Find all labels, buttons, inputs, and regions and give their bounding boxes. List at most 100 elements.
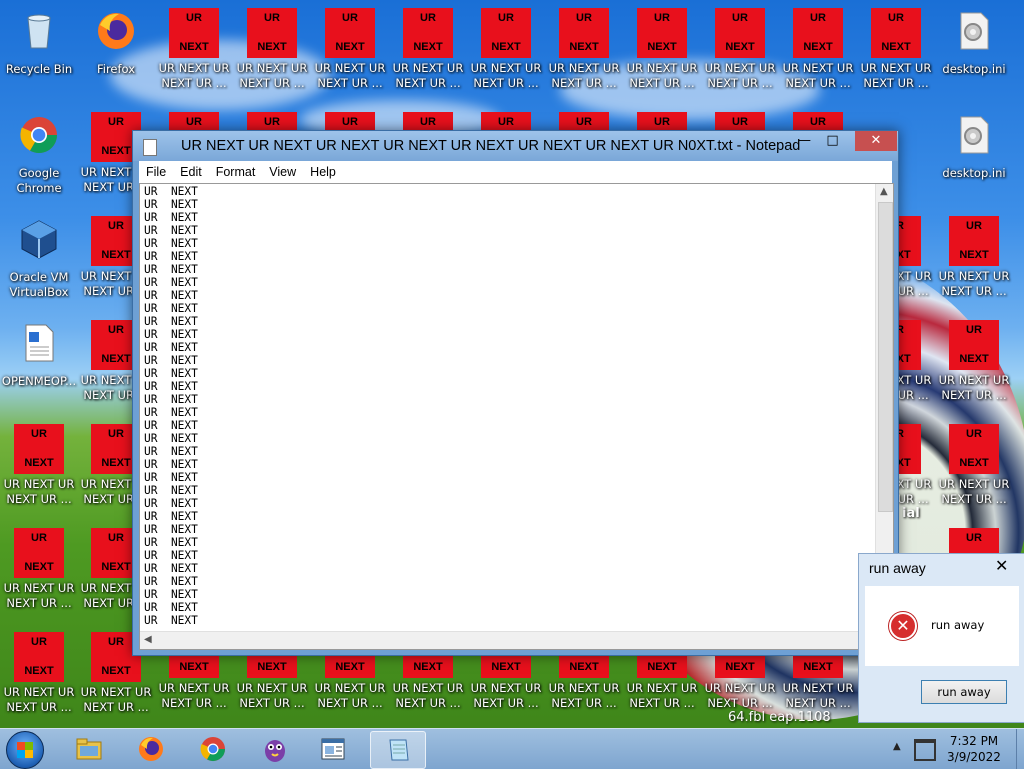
scroll-left-icon[interactable]: ◀ xyxy=(144,634,152,645)
openmeop-icon xyxy=(25,324,54,362)
desktop-icon-ur-next[interactable]: UR NEXT UR NEXT UR NEXT UR ... xyxy=(156,8,232,91)
red-icon-top-text: UR xyxy=(498,116,514,128)
menu-file[interactable]: File xyxy=(139,162,173,179)
network-icon[interactable] xyxy=(914,739,936,761)
taskbar-firefox[interactable] xyxy=(124,731,178,767)
ur-next-file-icon: UR NEXT xyxy=(871,8,921,58)
desktop-icon-recycle-bin[interactable]: Recycle Bin xyxy=(1,6,77,77)
desktop-icon-ur-next[interactable]: NEXT UR NEXT UR NEXT UR ... xyxy=(468,656,544,711)
ur-next-file-icon: NEXT xyxy=(559,656,609,678)
maximize-button[interactable]: □ xyxy=(819,131,846,151)
ur-next-file-icon: UR NEXT xyxy=(169,8,219,58)
folder-icon xyxy=(76,738,102,760)
document-text[interactable]: UR NEXT UR NEXT UR NEXT UR NEXT UR NEXT … xyxy=(144,185,864,625)
red-icon-bottom-text: NEXT xyxy=(881,41,911,53)
horizontal-scrollbar[interactable]: ◀ ▶ xyxy=(140,631,876,649)
virtualbox-icon xyxy=(21,220,57,259)
ur-next-file-icon: UR NEXT xyxy=(637,8,687,58)
scrollbar-thumb[interactable] xyxy=(878,202,893,512)
red-icon-bottom-text: NEXT xyxy=(803,41,833,53)
desktop-icon-ur-next[interactable]: UR NEXT UR NEXT UR NEXT UR ... xyxy=(702,8,778,91)
desktop-icon-ur-next[interactable]: UR NEXT UR NEXT UR NEXT UR ... xyxy=(1,528,77,611)
desktop-icon-virtualbox[interactable]: Oracle VM VirtualBox xyxy=(1,214,77,300)
red-icon-top-text: UR xyxy=(186,12,202,24)
menu-edit[interactable]: Edit xyxy=(173,162,209,179)
desktop-icon-ur-next[interactable]: UR NEXT UR NEXT UR NEXT UR ... xyxy=(1,632,77,715)
desktop-icon-desktop-ini-1[interactable]: desktop.ini xyxy=(936,6,1012,77)
desktop-icon-desktop-ini-2[interactable]: desktop.ini xyxy=(936,110,1012,181)
dialog-title: run away xyxy=(869,560,926,576)
red-icon-bottom-text: NEXT xyxy=(803,661,833,673)
firefox-icon xyxy=(139,737,163,761)
red-icon-top-text: UR xyxy=(498,12,514,24)
desktop-icon-ur-next[interactable]: NEXT UR NEXT UR NEXT UR ... xyxy=(234,656,310,711)
desktop-icon-ur-next[interactable]: NEXT UR NEXT UR NEXT UR ... xyxy=(702,656,778,711)
desktop-icon-label: UR NEXT UR NEXT UR ... xyxy=(80,685,152,714)
desktop-icon-ur-next[interactable]: NEXT UR NEXT UR NEXT UR ... xyxy=(624,656,700,711)
run-away-dialog[interactable]: run away ✕ ✕ run away run away xyxy=(858,553,1024,723)
taskbar: ▲ 7:32 PM 3/9/2022 xyxy=(0,728,1024,769)
background-window-text: 64.fbl eap.1108 xyxy=(728,710,831,725)
red-icon-bottom-text: NEXT xyxy=(491,661,521,673)
desktop-icon-ur-next[interactable]: UR NEXT UR NEXT UR NEXT UR ... xyxy=(1,424,77,507)
desktop-icon-label: UR NEXT UR NEXT UR ... xyxy=(392,61,464,90)
desktop-icon-label: UR NEXT UR NEXT UR ... xyxy=(938,373,1010,402)
taskbar-chrome[interactable] xyxy=(186,731,240,767)
desktop-icon-ur-next[interactable]: UR NEXT UR NEXT UR NEXT UR ... xyxy=(936,320,1012,403)
desktop-icon-ur-next[interactable]: NEXT UR NEXT UR NEXT UR ... xyxy=(390,656,466,711)
desktop-icon-ur-next[interactable]: NEXT UR NEXT UR NEXT UR ... xyxy=(546,656,622,711)
dialog-ok-button[interactable]: run away xyxy=(921,680,1007,704)
menu-format[interactable]: Format xyxy=(209,162,263,179)
menu-view[interactable]: View xyxy=(262,162,303,179)
desktop-icon-ur-next[interactable]: UR NEXT UR NEXT UR NEXT UR ... xyxy=(390,8,466,91)
dialog-close-icon[interactable]: ✕ xyxy=(995,556,1008,575)
taskbar-file-explorer[interactable] xyxy=(62,731,116,767)
ur-next-file-icon: UR NEXT xyxy=(14,528,64,578)
ur-next-file-icon: UR NEXT xyxy=(403,8,453,58)
menu-help[interactable]: Help xyxy=(303,162,343,179)
desktop-icon-google-chrome[interactable]: Google Chrome xyxy=(1,110,77,196)
desktop-icon-ur-next[interactable]: NEXT UR NEXT UR NEXT UR ... xyxy=(312,656,388,711)
purple-mascot-icon xyxy=(265,740,285,762)
desktop-icon-label: UR NEXT UR NEXT UR ... xyxy=(314,681,386,710)
desktop-icon-openmeop[interactable]: OPENMEOP... xyxy=(1,318,77,389)
firefox-icon xyxy=(98,13,134,49)
desktop-icon-label: UR NEXT UR NEXT UR ... xyxy=(158,681,230,710)
desktop-icon-ur-next[interactable]: UR NEXT UR NEXT UR NEXT UR ... xyxy=(624,8,700,91)
taskbar-purple-mascot-app[interactable] xyxy=(248,731,302,767)
desktop-icon-firefox[interactable]: Firefox xyxy=(78,6,154,77)
desktop-icon-ur-next[interactable]: NEXT UR NEXT UR NEXT UR ... xyxy=(156,656,232,711)
show-hidden-icons-icon[interactable]: ▲ xyxy=(893,741,901,752)
red-icon-bottom-text: NEXT xyxy=(959,249,989,261)
taskbar-wordpad[interactable] xyxy=(306,731,360,767)
desktop-icon-ur-next[interactable]: UR NEXT UR NEXT UR NEXT UR ... xyxy=(468,8,544,91)
desktop-icon-label: UR NEXT UR NEXT UR ... xyxy=(236,61,308,90)
close-button[interactable]: ✕ xyxy=(855,131,897,151)
desktop-icon-ur-next[interactable]: UR NEXT UR NEXT UR NEXT UR ... xyxy=(936,424,1012,507)
desktop-icon-ur-next[interactable]: UR NEXT UR NEXT UR NEXT UR ... xyxy=(546,8,622,91)
show-desktop-button[interactable] xyxy=(1016,729,1024,769)
menu-bar: File Edit Format View Help xyxy=(139,161,892,184)
desktop-icon-ur-next[interactable]: UR NEXT UR NEXT UR NEXT UR ... xyxy=(936,216,1012,299)
desktop-icon-label: UR NEXT UR NEXT UR ... xyxy=(3,685,75,714)
red-icon-top-text: UR xyxy=(31,636,47,648)
red-icon-bottom-text: NEXT xyxy=(491,41,521,53)
text-editor[interactable]: UR NEXT UR NEXT UR NEXT UR NEXT UR NEXT … xyxy=(139,183,894,650)
start-button[interactable] xyxy=(6,731,44,769)
red-icon-bottom-text: NEXT xyxy=(24,561,54,573)
desktop-icon-label: Firefox xyxy=(96,62,136,76)
desktop-icon-ur-next[interactable]: UR NEXT UR NEXT UR NEXT UR ... xyxy=(780,8,856,91)
desktop-icon-ur-next[interactable]: UR NEXT UR NEXT UR NEXT UR ... xyxy=(858,8,934,91)
taskbar-notepad[interactable] xyxy=(370,731,426,769)
wordpad-icon xyxy=(321,738,345,760)
notepad-window[interactable]: UR NEXT UR NEXT UR NEXT UR NEXT UR NEXT … xyxy=(132,130,899,656)
red-icon-top-text: UR xyxy=(264,116,280,128)
minimize-button[interactable]: — xyxy=(791,131,818,151)
clock[interactable]: 7:32 PM 3/9/2022 xyxy=(940,733,1008,765)
ur-next-file-icon: NEXT xyxy=(169,656,219,678)
scroll-up-icon[interactable]: ▲ xyxy=(880,186,888,197)
desktop-icon-ur-next[interactable]: NEXT UR NEXT UR NEXT UR ... xyxy=(780,656,856,711)
desktop-icon-ur-next[interactable]: UR NEXT UR NEXT UR NEXT UR ... xyxy=(312,8,388,91)
desktop-icon-ur-next[interactable]: UR NEXT UR NEXT UR NEXT UR ... xyxy=(234,8,310,91)
notepad-titlebar[interactable]: UR NEXT UR NEXT UR NEXT UR NEXT UR NEXT … xyxy=(133,131,898,161)
